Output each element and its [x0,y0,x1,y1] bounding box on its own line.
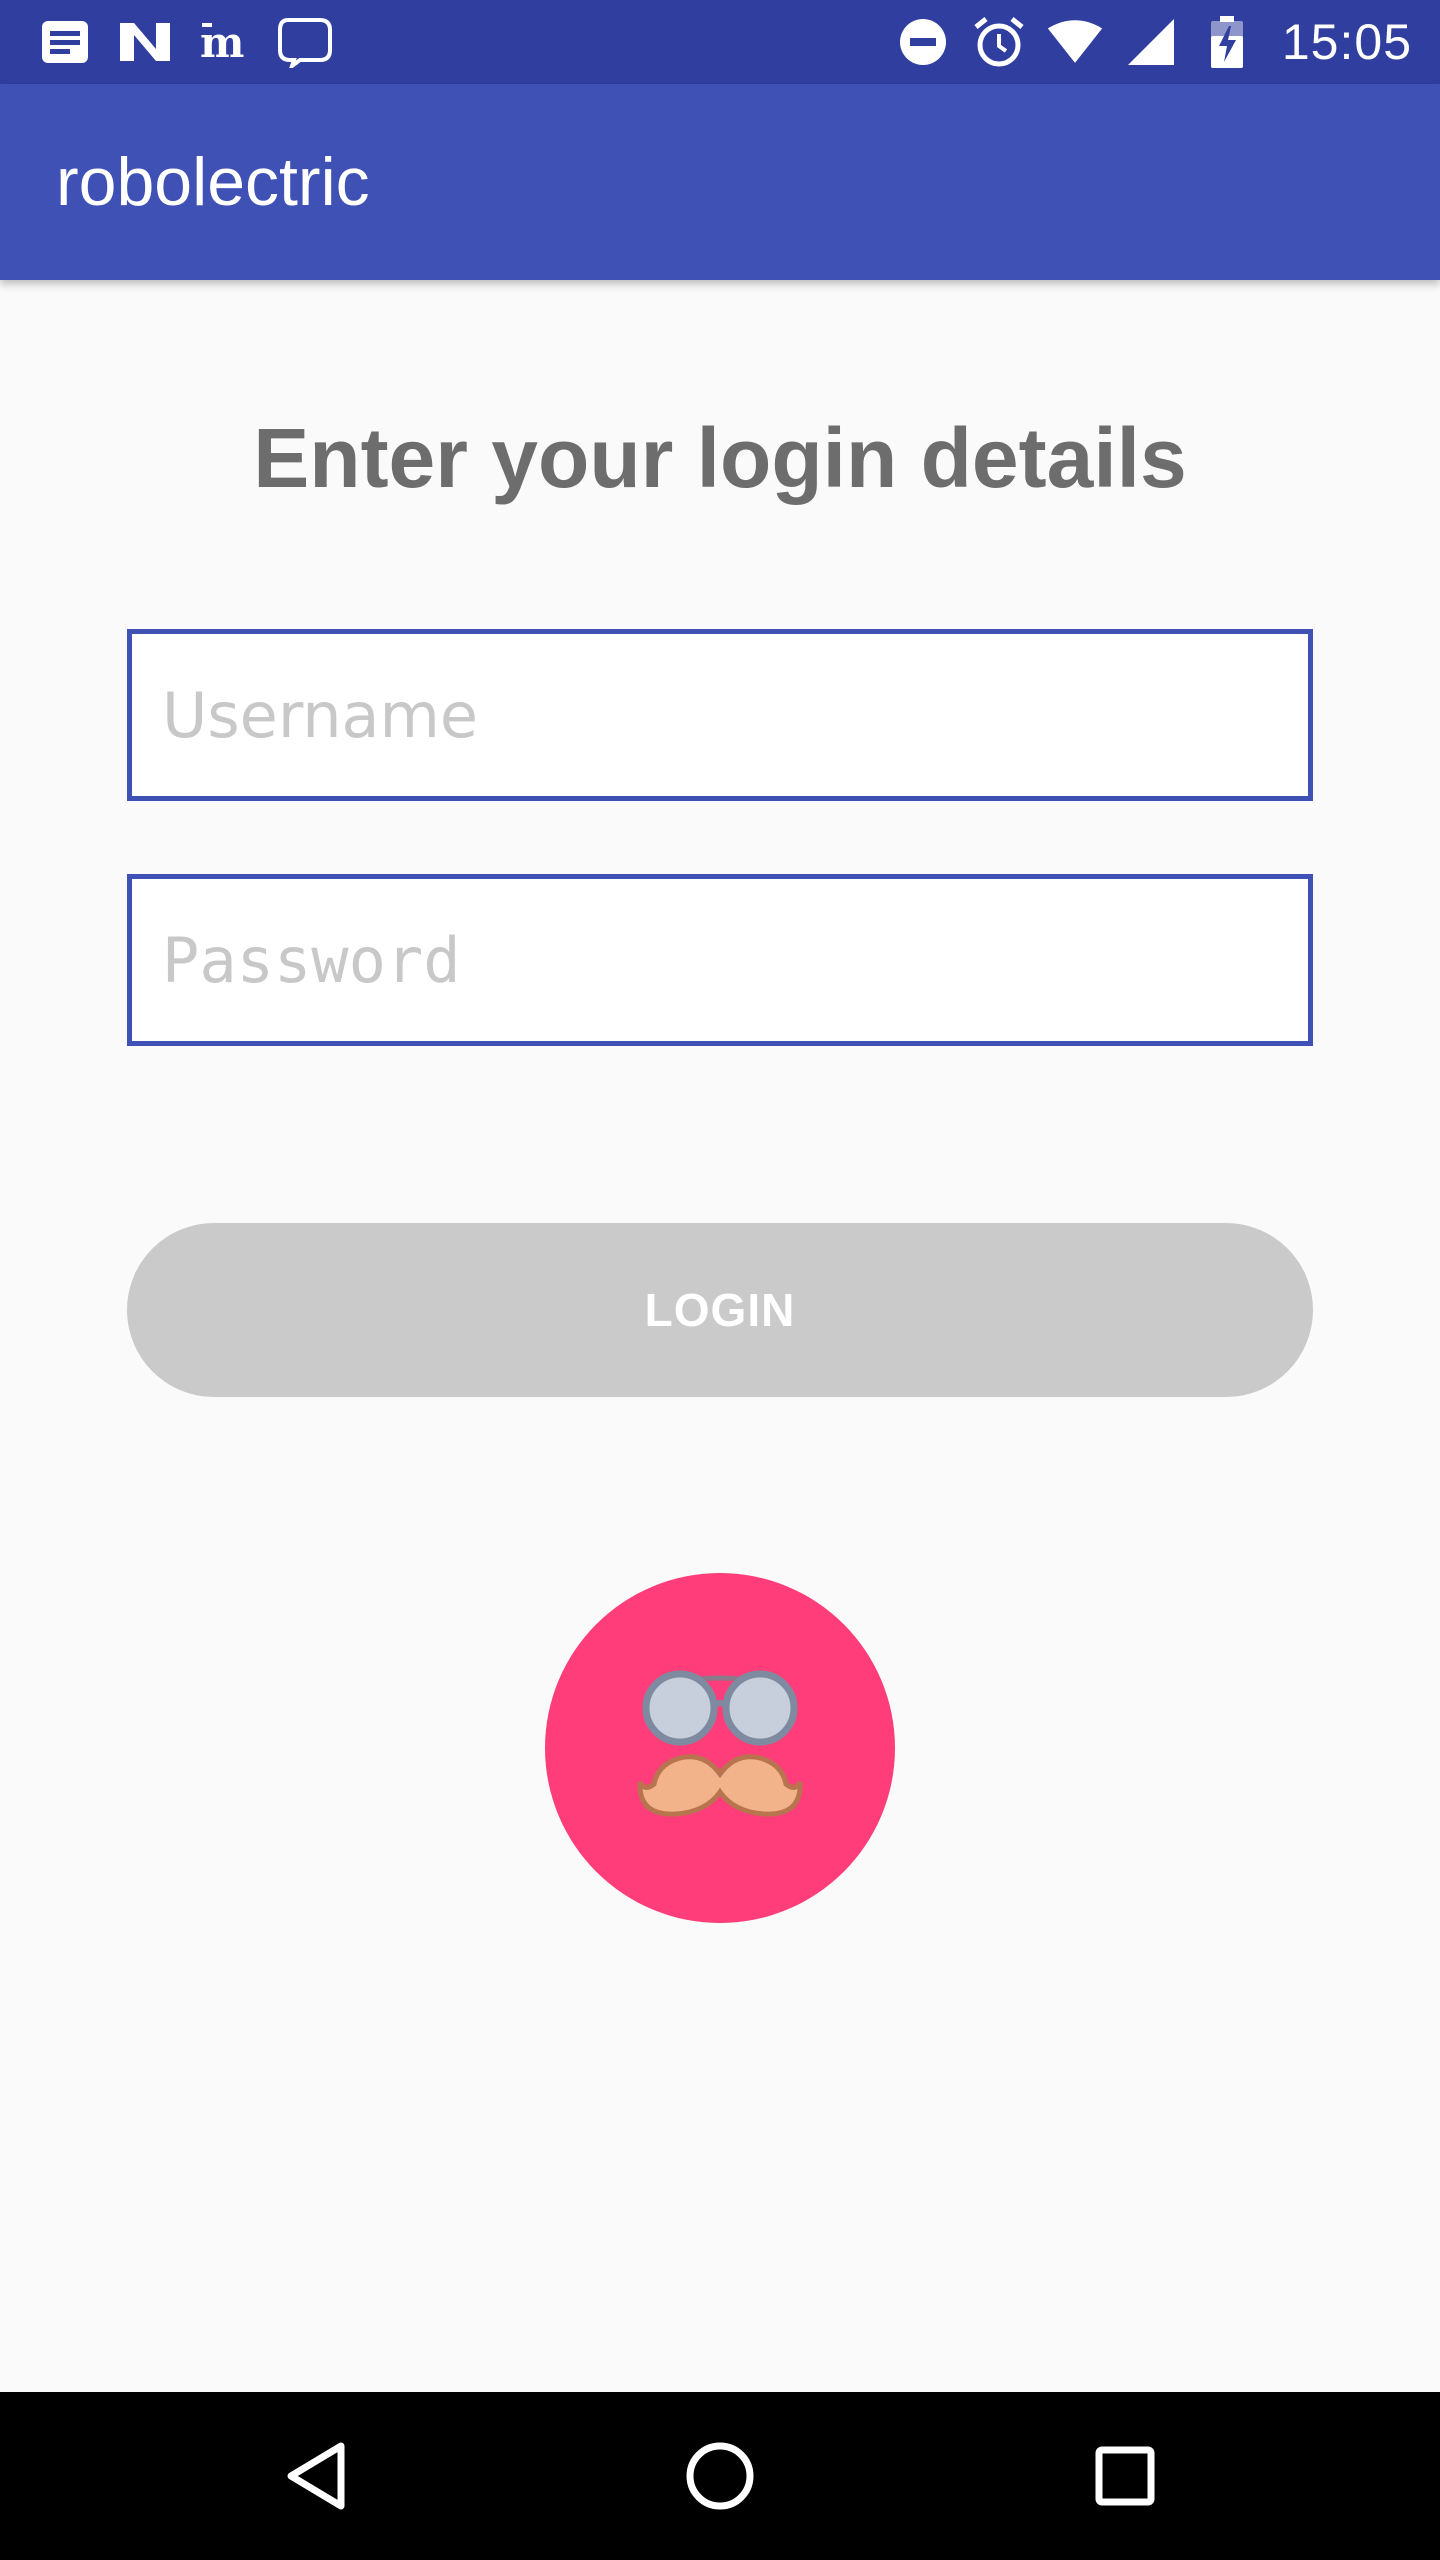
status-notifications: m [36,0,334,84]
status-time: 15:05 [1281,14,1412,70]
status-bar: m 15:05 [0,0,1440,84]
wifi-icon [1046,13,1104,71]
page-heading: Enter your login details [253,411,1187,505]
back-icon[interactable] [276,2436,356,2516]
battery-charging-icon [1198,13,1256,71]
n-app-icon [116,13,174,71]
status-system: 15:05 [894,0,1412,84]
cellular-signal-icon [1122,13,1180,71]
login-button[interactable]: LOGIN [127,1223,1313,1397]
username-input[interactable] [127,629,1313,801]
notes-icon [36,13,94,71]
alarm-icon [970,13,1028,71]
home-icon[interactable] [680,2436,760,2516]
do-not-disturb-icon [894,13,952,71]
app-title: robolectric [56,144,370,220]
navigation-bar [0,2392,1440,2560]
password-input[interactable] [127,874,1313,1046]
login-button-label: LOGIN [644,1284,796,1336]
chat-bubble-icon [276,13,334,71]
nyt-icon: m [196,13,254,71]
glasses-mustache-icon [620,1666,820,1831]
recents-icon[interactable] [1085,2436,1165,2516]
app-bar: robolectric [0,84,1440,280]
avatar [545,1573,895,1923]
